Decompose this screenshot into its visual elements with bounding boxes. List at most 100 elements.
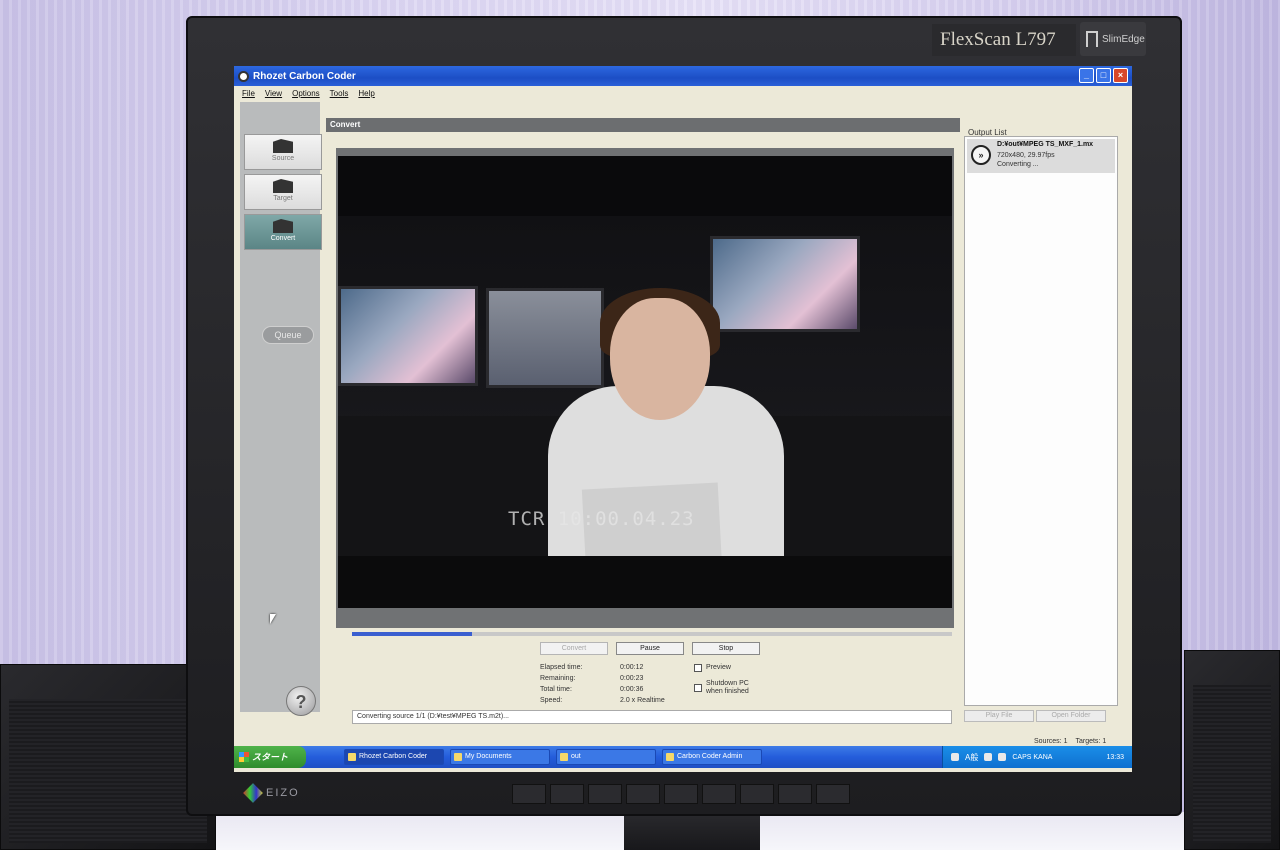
slimedge-label: SlimEdge <box>1102 33 1145 45</box>
pause-button[interactable]: Pause <box>616 642 684 655</box>
menu-options[interactable]: Options <box>292 89 320 98</box>
nav-source-label: Source <box>271 155 295 162</box>
app-icon <box>666 753 674 761</box>
task-out[interactable]: out <box>556 749 656 765</box>
speed-label: Speed: <box>540 697 563 704</box>
monitor-button[interactable] <box>702 784 736 804</box>
task-carbon-coder-admin[interactable]: Carbon Coder Admin <box>662 749 762 765</box>
maximize-button[interactable]: □ <box>1096 68 1111 83</box>
right-speaker <box>1184 650 1280 850</box>
convert-icon <box>273 219 293 233</box>
nav-source[interactable]: Source <box>244 134 322 170</box>
open-folder-button[interactable]: Open Folder <box>1036 710 1106 722</box>
background-monitor <box>338 286 478 386</box>
video-scene <box>338 216 952 576</box>
title-bar: Rhozet Carbon Coder _ □ × <box>234 66 1132 86</box>
left-speaker <box>0 664 216 850</box>
play-file-button[interactable]: Play File <box>964 710 1034 722</box>
speed-value: 2.0 x Realtime <box>620 697 665 704</box>
speaker-grill <box>9 699 207 843</box>
remaining-value: 0:00:23 <box>620 675 644 682</box>
monitor-button[interactable] <box>740 784 774 804</box>
target-folder-icon <box>273 179 293 193</box>
eizo-logo: EIZO <box>243 783 300 803</box>
menu-view[interactable]: View <box>265 89 282 98</box>
shutdown-label: Shutdown PC when finished <box>706 680 749 695</box>
monitor-brand: FlexScan L797 <box>932 24 1076 56</box>
remaining-label: Remaining: <box>540 675 576 682</box>
total-time-label: Total time: <box>540 686 572 693</box>
folder-icon <box>560 753 568 761</box>
monitor-button[interactable] <box>588 784 622 804</box>
caps-kana-indicator: CAPS KANA <box>1012 753 1053 761</box>
task-label: My Documents <box>465 753 512 760</box>
output-filename: D:¥out¥MPEG TS_MXF_1.mx <box>997 141 1094 148</box>
eizo-label: EIZO <box>266 787 300 799</box>
monitor-buttons <box>512 784 850 804</box>
menu-help[interactable]: Help <box>358 89 374 98</box>
system-tray: A般 CAPS KANA 13:33 <box>942 746 1132 768</box>
monitor-button[interactable] <box>550 784 584 804</box>
monitor-stand <box>624 812 760 850</box>
task-label: out <box>571 753 581 760</box>
tray-icon[interactable] <box>951 753 959 761</box>
task-label: Rhozet Carbon Coder <box>359 753 428 760</box>
window-title: Rhozet Carbon Coder <box>253 70 356 82</box>
progress-bar <box>352 632 952 636</box>
monitor-button[interactable] <box>778 784 812 804</box>
sources-count: Sources: 1 <box>1034 738 1068 745</box>
counts: Sources: 1 Targets: 1 <box>1034 738 1106 745</box>
background-monitor <box>486 288 604 388</box>
task-carbon-coder[interactable]: Rhozet Carbon Coder <box>344 749 444 765</box>
video-letterbox <box>338 556 952 608</box>
ime-indicator[interactable]: A般 <box>965 752 978 763</box>
minimize-button[interactable]: _ <box>1079 68 1094 83</box>
monitor-button[interactable] <box>816 784 850 804</box>
timecode-overlay: TCR 10:00.04.23 <box>508 508 695 530</box>
elapsed-label: Elapsed time: <box>540 664 583 671</box>
queue-button[interactable]: Queue <box>262 326 314 344</box>
tray-icon[interactable] <box>998 753 1007 761</box>
task-my-documents[interactable]: My Documents <box>450 749 550 765</box>
targets-count: Targets: 1 <box>1075 738 1107 745</box>
output-item[interactable]: » D:¥out¥MPEG TS_MXF_1.mx 720x480, 29.97… <box>967 139 1115 173</box>
app-icon <box>238 70 249 82</box>
output-format: 720x480, 29.97fps <box>997 152 1055 159</box>
convert-button[interactable]: Convert <box>540 642 608 655</box>
preview-label: Preview <box>706 664 731 671</box>
task-label: Carbon Coder Admin <box>677 753 743 760</box>
monitor-button[interactable] <box>664 784 698 804</box>
progress-fill <box>352 632 472 636</box>
presenter-face <box>610 298 710 420</box>
windows-flag-icon <box>239 752 249 762</box>
shutdown-checkbox[interactable] <box>694 684 702 692</box>
start-button[interactable]: スタート <box>234 746 306 768</box>
output-status: Converting ... <box>997 161 1039 168</box>
slimedge-icon <box>1086 31 1098 47</box>
monitor-button[interactable] <box>626 784 660 804</box>
eizo-diamond-icon <box>243 783 263 803</box>
folder-icon <box>273 139 293 153</box>
nav-target[interactable]: Target <box>244 174 322 210</box>
video-preview: TCR 10:00.04.23 <box>338 156 952 608</box>
monitor-button[interactable] <box>512 784 546 804</box>
status-line: Converting source 1/1 (D:¥test¥MPEG TS.m… <box>352 710 952 724</box>
elapsed-value: 0:00:12 <box>620 664 644 671</box>
total-time-value: 0:00:36 <box>620 686 644 693</box>
help-button[interactable]: ? <box>286 686 316 716</box>
folder-icon <box>454 753 462 761</box>
tray-icon[interactable] <box>984 753 993 761</box>
taskbar: スタート Rhozet Carbon Coder My Documents ou… <box>234 746 1132 768</box>
window-controls: _ □ × <box>1079 68 1128 83</box>
preview-checkbox[interactable] <box>694 664 702 672</box>
left-nav: Source Target Convert Queue <box>240 102 322 712</box>
stop-button[interactable]: Stop <box>692 642 760 655</box>
menu-tools[interactable]: Tools <box>330 89 349 98</box>
menu-file[interactable]: File <box>242 89 255 98</box>
convert-header: Convert <box>326 118 960 132</box>
background-monitor <box>710 236 860 332</box>
close-button[interactable]: × <box>1113 68 1128 83</box>
nav-convert-label: Convert <box>270 235 296 242</box>
nav-convert[interactable]: Convert <box>244 214 322 250</box>
start-label: スタート <box>252 752 289 762</box>
